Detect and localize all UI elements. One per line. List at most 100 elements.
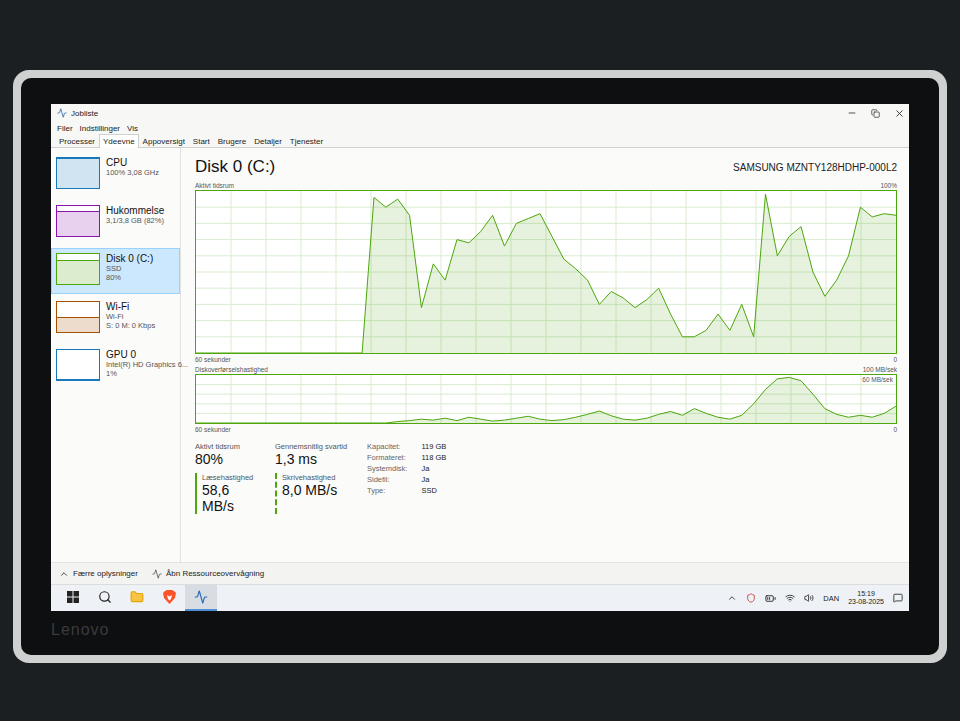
chart-segment bbox=[647, 288, 659, 299]
sidebar-item-detail: 1% bbox=[106, 369, 175, 378]
menu-bar: Filer Indstillinger Vis bbox=[51, 122, 909, 134]
chart-segment bbox=[303, 423, 315, 424]
stat-value: 80% bbox=[195, 451, 265, 467]
thumbnail-fill bbox=[57, 379, 99, 380]
chart-segment bbox=[706, 413, 718, 417]
chart-segment bbox=[552, 419, 564, 421]
folder-icon bbox=[130, 590, 144, 604]
taskbar-button[interactable] bbox=[57, 585, 89, 611]
chart-time-label: 60 sekunder bbox=[195, 356, 231, 363]
chart-segment bbox=[635, 418, 647, 420]
sidebar-thumbnail bbox=[56, 253, 100, 285]
tab[interactable]: Brugere bbox=[214, 134, 250, 148]
chart-segment bbox=[433, 264, 445, 280]
stat: Læsehastighed58,6 MB/s bbox=[195, 473, 265, 514]
sidebar-item[interactable]: Wi-FiWi-FiS: 0 M: 0 Kbps bbox=[51, 296, 180, 342]
chart-segment bbox=[576, 414, 588, 417]
chart-segment bbox=[872, 214, 884, 217]
fewer-details-button[interactable]: Færre oplysninger bbox=[59, 569, 138, 579]
chart-segment bbox=[374, 197, 386, 207]
menu-item[interactable]: Vis bbox=[127, 124, 138, 133]
grid-line bbox=[266, 375, 267, 423]
clock-time: 15:19 bbox=[857, 590, 875, 598]
taskbar-button[interactable] bbox=[153, 585, 185, 611]
stat-value: 8,0 MB/s bbox=[282, 482, 355, 498]
taskbar-button[interactable] bbox=[121, 585, 153, 611]
chart-segment bbox=[421, 419, 433, 421]
task-manager-icon bbox=[194, 590, 208, 604]
transfer-rate-chart bbox=[195, 374, 897, 424]
wifi-icon[interactable] bbox=[785, 593, 795, 603]
chart-segment bbox=[469, 232, 481, 243]
tab[interactable]: Ydeevne bbox=[99, 134, 139, 148]
clock[interactable]: 15:1923-08-2025 bbox=[848, 590, 884, 607]
stat: Skrivehastighed8,0 MB/s bbox=[275, 473, 355, 514]
chart-segment bbox=[849, 207, 861, 256]
resource-monitor-link[interactable]: Åbn Ressourceovervågning bbox=[152, 569, 264, 579]
chart-min-label: 0 bbox=[893, 426, 897, 433]
chart-segment bbox=[718, 417, 730, 419]
chart-segment bbox=[765, 379, 777, 390]
sidebar-item-detail: 3,1/3,8 GB (82%) bbox=[106, 216, 164, 225]
chart-axis-row: Diskoverførselshastighed100 MB/sek bbox=[195, 364, 897, 374]
sidebar-item[interactable]: Disk 0 (C:)SSD80% bbox=[51, 248, 180, 294]
sidebar-item[interactable]: Hukommelse3,1/3,8 GB (82%) bbox=[51, 200, 180, 246]
tab[interactable]: Start bbox=[189, 134, 214, 148]
security-icon[interactable] bbox=[746, 593, 756, 603]
stat-value: 58,6 MB/s bbox=[202, 482, 265, 514]
chart-segment bbox=[777, 377, 789, 378]
chart-label: Aktivt tidsrum bbox=[195, 182, 234, 189]
battery-icon[interactable] bbox=[765, 593, 776, 604]
chart-segment bbox=[196, 353, 208, 354]
chart-segment bbox=[777, 236, 789, 255]
tab-bar: ProcesserYdeevneAppoversigtStartBrugereD… bbox=[51, 134, 909, 148]
minimize-icon[interactable] bbox=[847, 108, 857, 118]
chart-segment bbox=[837, 256, 849, 280]
chart-segment bbox=[694, 330, 706, 336]
chart-segment bbox=[588, 280, 600, 304]
chart-segment bbox=[623, 298, 635, 308]
window-title: Jobliste bbox=[71, 109, 843, 118]
menu-item[interactable]: Indstillinger bbox=[80, 124, 120, 133]
chart-segment bbox=[350, 353, 362, 354]
chart-segment bbox=[849, 415, 861, 417]
stat-grid: Aktivt tidsrum80%Gennemsnitlig svartid1,… bbox=[195, 442, 355, 514]
grid-line bbox=[686, 191, 687, 353]
chart-segment bbox=[504, 223, 516, 246]
sidebar-item[interactable]: GPU 0Intel(R) HD Graphics 6...1% bbox=[51, 344, 180, 390]
menu-item[interactable]: Filer bbox=[57, 124, 73, 133]
chart-segment bbox=[350, 423, 362, 424]
chart-segment bbox=[801, 381, 813, 394]
show-hidden-icon[interactable] bbox=[727, 593, 737, 603]
sidebar-thumbnail bbox=[56, 157, 100, 189]
chart-segment bbox=[338, 353, 350, 354]
language-indicator[interactable]: DAN bbox=[823, 594, 839, 603]
chart-label: Diskoverførselshastighed bbox=[195, 366, 268, 373]
chart-segment bbox=[279, 423, 291, 424]
chart-segment bbox=[872, 413, 884, 417]
tab[interactable]: Tjenester bbox=[286, 134, 327, 148]
chart-segment bbox=[837, 414, 849, 417]
sidebar-item-detail: 100% 3,08 GHz bbox=[106, 168, 159, 177]
chart-segment bbox=[481, 215, 493, 231]
sidebar-item[interactable]: CPU100% 3,08 GHz bbox=[51, 152, 180, 198]
chart-segment bbox=[623, 419, 635, 421]
property-label: Sidefil: bbox=[367, 475, 407, 484]
window-controls bbox=[847, 108, 905, 119]
tab[interactable]: Processer bbox=[55, 134, 99, 148]
restore-icon[interactable] bbox=[871, 109, 880, 118]
volume-icon[interactable] bbox=[804, 593, 814, 603]
notifications-icon[interactable] bbox=[893, 593, 903, 603]
taskbar-button[interactable] bbox=[89, 585, 121, 611]
tab[interactable]: Detaljer bbox=[250, 134, 286, 148]
chart-segment bbox=[540, 419, 552, 420]
tab[interactable]: Appoversigt bbox=[139, 134, 189, 148]
taskbar-button[interactable] bbox=[185, 585, 217, 611]
close-icon[interactable] bbox=[894, 108, 905, 119]
chart-segment bbox=[860, 415, 872, 417]
chart-segment bbox=[528, 214, 540, 219]
chart-segment bbox=[445, 240, 457, 281]
grid-line bbox=[476, 375, 477, 423]
chart-segment bbox=[528, 416, 540, 419]
chart-segment bbox=[362, 423, 374, 424]
